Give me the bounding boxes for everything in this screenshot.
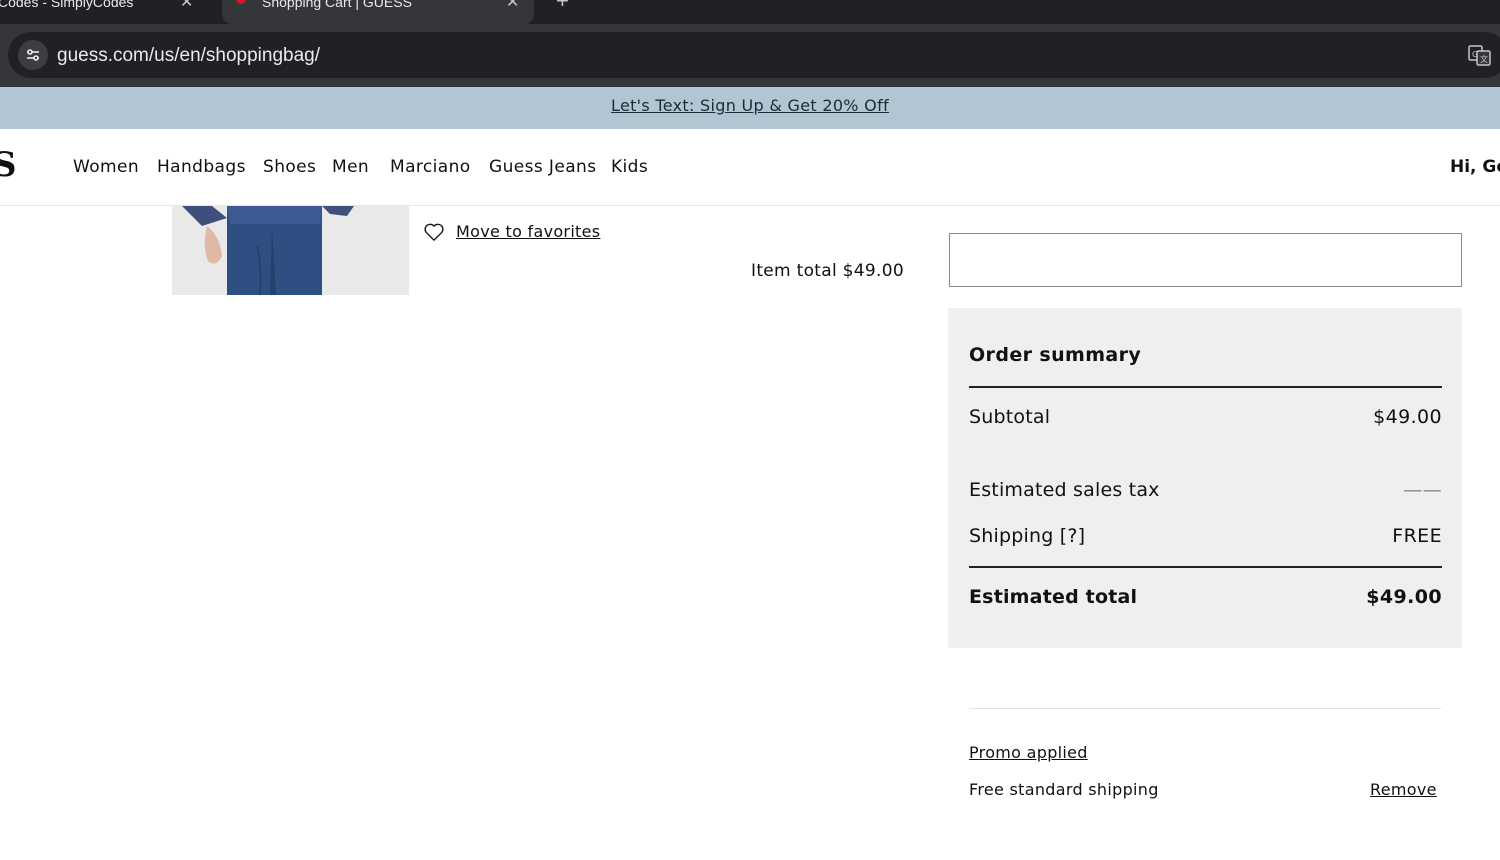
- address-bar[interactable]: guess.com/us/en/shoppingbag/: [8, 32, 1500, 78]
- divider: [969, 386, 1442, 388]
- divider: [969, 566, 1442, 568]
- tab-title: Shopping Cart | GUESS: [262, 0, 412, 10]
- close-icon[interactable]: ✕: [180, 0, 193, 12]
- remove-promo-button[interactable]: Remove: [1370, 780, 1437, 799]
- sales-tax-value: ——: [1403, 479, 1442, 501]
- order-summary-panel: Order summary Subtotal $49.00 Estimated …: [948, 308, 1462, 648]
- svg-text:文: 文: [1480, 54, 1488, 64]
- move-to-favorites-label: Move to favorites: [456, 222, 601, 241]
- item-total: Item total $49.00: [751, 261, 904, 281]
- tune-icon: [27, 49, 39, 61]
- subtotal-label: Subtotal: [969, 406, 1051, 428]
- promo-code-input[interactable]: [949, 233, 1462, 287]
- estimated-total-value: $49.00: [1366, 586, 1442, 608]
- close-icon[interactable]: ✕: [506, 0, 519, 12]
- svg-text:G: G: [1472, 50, 1478, 59]
- heart-icon: [424, 223, 444, 241]
- new-tab-button[interactable]: +: [556, 0, 569, 14]
- site-header: S Women Handbags Shoes Men Marciano Gues…: [0, 129, 1500, 206]
- subtotal-value: $49.00: [1373, 406, 1442, 428]
- shipping-label[interactable]: Shipping [?]: [969, 525, 1085, 547]
- account-greeting[interactable]: Hi, Go: [1450, 157, 1500, 177]
- guess-favicon-icon: [236, 0, 246, 4]
- promo-banner: Let's Text: Sign Up & Get 20% Off: [0, 87, 1500, 129]
- nav-item-shoes[interactable]: Shoes: [263, 157, 316, 177]
- sales-tax-label: Estimated sales tax: [969, 479, 1160, 501]
- product-photo-illustration: [172, 206, 409, 295]
- browser-tab-strip: Codes - SimplyCodes ✕ Shopping Cart | GU…: [0, 0, 1500, 24]
- nav-item-guess-jeans[interactable]: Guess Jeans: [489, 157, 596, 177]
- nav-item-kids[interactable]: Kids: [611, 157, 648, 177]
- translate-icon[interactable]: G 文: [1468, 43, 1492, 67]
- product-image[interactable]: [172, 206, 409, 295]
- nav-item-men[interactable]: Men: [332, 157, 369, 177]
- nav-item-marciano[interactable]: Marciano: [390, 157, 471, 177]
- browser-toolbar: guess.com/us/en/shoppingbag/: [0, 24, 1500, 87]
- estimated-total-label: Estimated total: [969, 586, 1138, 608]
- text-signup-link[interactable]: Let's Text: Sign Up & Get 20% Off: [0, 96, 1500, 115]
- promo-description: Free standard shipping: [969, 780, 1159, 799]
- order-summary-title: Order summary: [969, 344, 1142, 366]
- browser-tab-guess-cart[interactable]: Shopping Cart | GUESS ✕: [222, 0, 534, 24]
- nav-item-handbags[interactable]: Handbags: [157, 157, 246, 177]
- tab-title: Codes - SimplyCodes: [0, 0, 134, 10]
- promo-applied-link[interactable]: Promo applied: [969, 743, 1088, 762]
- divider: [969, 708, 1441, 709]
- browser-tab-simplycodes[interactable]: Codes - SimplyCodes ✕: [0, 0, 215, 24]
- site-settings-icon[interactable]: [18, 40, 48, 70]
- url-text[interactable]: guess.com/us/en/shoppingbag/: [57, 45, 320, 67]
- shipping-value: FREE: [1392, 525, 1442, 547]
- nav-item-women[interactable]: Women: [73, 157, 139, 177]
- guess-logo[interactable]: S: [0, 145, 17, 185]
